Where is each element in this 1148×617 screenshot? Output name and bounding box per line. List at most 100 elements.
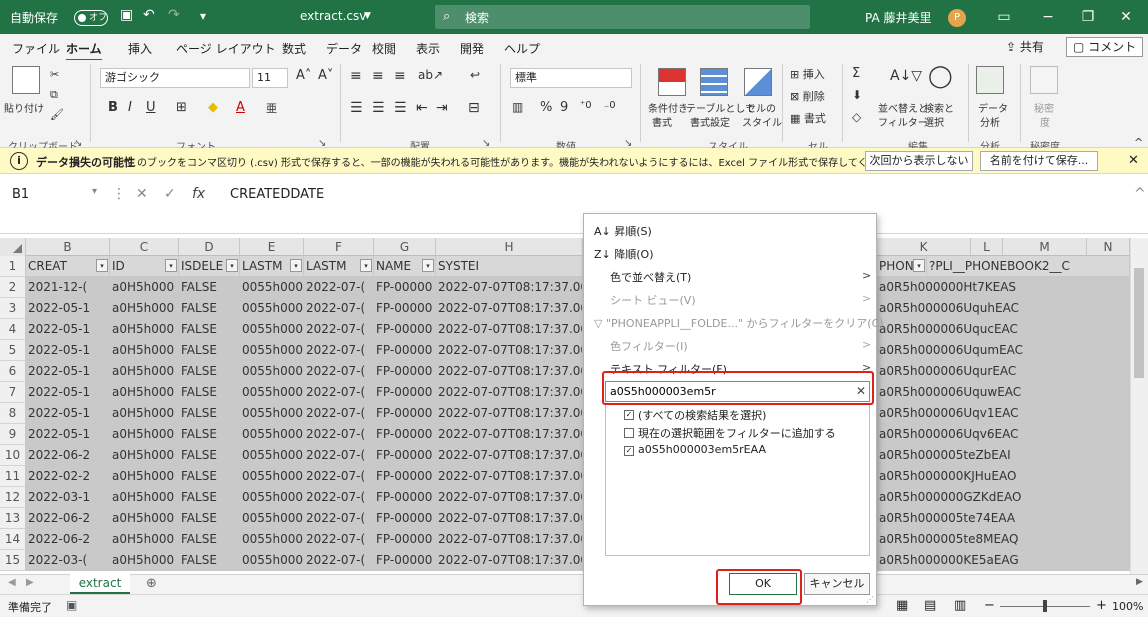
tab-developer[interactable]: 開発 bbox=[460, 40, 484, 57]
save-as-button[interactable]: 名前を付けて保存... bbox=[980, 151, 1098, 171]
sensitivity-icon[interactable] bbox=[1030, 66, 1058, 94]
table-cell[interactable]: 2022-06-2 bbox=[26, 508, 110, 529]
tab-view[interactable]: 表示 bbox=[416, 40, 440, 57]
select-all-results-checkbox[interactable]: ✓ bbox=[624, 410, 634, 420]
table-cell[interactable]: 2022-07-( bbox=[304, 298, 374, 319]
cell-styles-label[interactable]: セルの bbox=[746, 100, 776, 115]
table-cell[interactable]: FP-00000 bbox=[374, 277, 436, 298]
table-cell[interactable]: 2022-05-1 bbox=[26, 298, 110, 319]
percent-icon[interactable]: % bbox=[540, 100, 552, 115]
table-cell[interactable]: 0055h000( bbox=[240, 340, 304, 361]
clear-icon[interactable]: ◇ bbox=[852, 110, 861, 124]
table-cell[interactable]: 2021-12-( bbox=[26, 277, 110, 298]
table-cell[interactable]: 2022-07-( bbox=[304, 424, 374, 445]
macro-record-icon[interactable]: ▣ bbox=[66, 598, 77, 612]
table-cell[interactable]: a0H5h000 bbox=[110, 424, 179, 445]
table-cell[interactable]: a0R5h000000KJHuEAO bbox=[877, 466, 1130, 487]
format-cells-button[interactable]: ▦ 書式 bbox=[790, 110, 826, 126]
table-cell[interactable]: a0H5h000 bbox=[110, 550, 179, 571]
table-cell[interactable]: FP-00000 bbox=[374, 382, 436, 403]
table-cell[interactable]: 2022-07-( bbox=[304, 277, 374, 298]
row-header[interactable]: 9 bbox=[0, 424, 26, 445]
table-cell[interactable]: FALSE bbox=[179, 466, 240, 487]
autosave-toggle[interactable]: オフ bbox=[74, 10, 108, 26]
table-cell[interactable]: 2022-07-( bbox=[304, 529, 374, 550]
table-cell[interactable]: 2022-07-( bbox=[304, 466, 374, 487]
resize-grip-icon[interactable]: ⋰ bbox=[866, 595, 874, 604]
insert-cells-button[interactable]: ⊞ 挿入 bbox=[790, 66, 825, 82]
dont-show-again-button[interactable]: 次回から表示しない bbox=[865, 151, 973, 171]
paste-icon[interactable] bbox=[12, 66, 40, 94]
table-cell[interactable]: 0055h000( bbox=[240, 319, 304, 340]
select-all-button[interactable] bbox=[0, 238, 26, 256]
page-break-view-icon[interactable]: ▥ bbox=[954, 598, 966, 613]
border-icon[interactable]: ⊞ bbox=[176, 100, 187, 115]
table-cell[interactable]: 2022-07-07T08:17:37.000Z bbox=[436, 361, 583, 382]
find-select-label[interactable]: 検索と bbox=[924, 100, 954, 115]
font-name-combo[interactable]: 游ゴシック bbox=[100, 68, 250, 88]
table-cell[interactable]: 2022-03-( bbox=[26, 550, 110, 571]
table-cell[interactable]: 0055h000( bbox=[240, 361, 304, 382]
table-cell[interactable]: 2022-07-07T08:17:37.000Z bbox=[436, 382, 583, 403]
sort-filter-icon[interactable]: A↓▽ bbox=[890, 68, 922, 84]
color-filter-item[interactable]: 色フィルター(I) bbox=[610, 338, 688, 354]
row-header[interactable]: 3 bbox=[0, 298, 26, 319]
table-cell[interactable]: 2022-07-( bbox=[304, 445, 374, 466]
table-cell[interactable]: a0H5h000 bbox=[110, 382, 179, 403]
table-cell[interactable]: 2022-05-1 bbox=[26, 361, 110, 382]
filter-dropdown-icon[interactable]: ▾ bbox=[360, 259, 372, 272]
table-cell[interactable]: 2022-02-2 bbox=[26, 466, 110, 487]
header-cell[interactable]: SYSTEI bbox=[436, 256, 583, 277]
table-cell[interactable]: FALSE bbox=[179, 319, 240, 340]
format-as-table-icon[interactable] bbox=[700, 68, 728, 96]
table-cell[interactable]: 2022-07-07T08:17:37.000Z bbox=[436, 529, 583, 550]
save-icon[interactable]: ▣ bbox=[120, 7, 133, 23]
wrap-text-icon[interactable]: ↩ bbox=[470, 68, 480, 82]
table-cell[interactable]: FALSE bbox=[179, 298, 240, 319]
table-cell[interactable]: 2022-07-( bbox=[304, 508, 374, 529]
table-cell[interactable]: a0R5h000005teZbEAI bbox=[877, 445, 1130, 466]
row-header[interactable]: 4 bbox=[0, 319, 26, 340]
table-cell[interactable]: 2022-07-07T08:17:37.000Z bbox=[436, 487, 583, 508]
confirm-entry-icon[interactable]: ✓ bbox=[164, 186, 176, 202]
tab-formulas[interactable]: 数式 bbox=[282, 40, 306, 57]
table-cell[interactable]: a0H5h000 bbox=[110, 466, 179, 487]
row-header[interactable]: 7 bbox=[0, 382, 26, 403]
active-filter-icon[interactable]: ▾ bbox=[913, 259, 925, 272]
row-header[interactable]: 5 bbox=[0, 340, 26, 361]
table-cell[interactable]: a0H5h000 bbox=[110, 529, 179, 550]
close-icon[interactable]: ✕ bbox=[1108, 5, 1144, 29]
format-painter-icon[interactable]: 🖌 bbox=[50, 108, 64, 121]
italic-icon[interactable]: I bbox=[128, 100, 132, 115]
filter-dropdown-icon[interactable]: ▾ bbox=[290, 259, 302, 272]
table-cell[interactable]: 2022-05-1 bbox=[26, 424, 110, 445]
table-cell[interactable]: 0055h000( bbox=[240, 529, 304, 550]
table-cell[interactable]: 2022-07-07T08:17:37.000Z bbox=[436, 466, 583, 487]
vertical-scrollbar[interactable] bbox=[1130, 238, 1148, 574]
decrease-indent-icon[interactable]: ⇤ bbox=[416, 100, 428, 116]
scroll-right-icon[interactable]: ▶ bbox=[1136, 577, 1143, 587]
comma-style-icon[interactable]: 9 bbox=[560, 100, 568, 115]
table-cell[interactable]: 2022-05-1 bbox=[26, 340, 110, 361]
table-cell[interactable]: FP-00000 bbox=[374, 529, 436, 550]
table-cell[interactable]: 2022-03-1 bbox=[26, 487, 110, 508]
table-cell[interactable]: FALSE bbox=[179, 403, 240, 424]
table-cell[interactable]: 2022-07-07T08:17:37.000Z bbox=[436, 277, 583, 298]
table-cell[interactable]: a0R5h000000GZKdEAO bbox=[877, 487, 1130, 508]
name-box-chevron-icon[interactable]: ▾ bbox=[92, 186, 97, 197]
tab-review[interactable]: 校閲 bbox=[372, 40, 396, 57]
conditional-format-label-2[interactable]: 書式 bbox=[652, 114, 672, 129]
table-cell[interactable]: a0R5h000006UquwEAC bbox=[877, 382, 1130, 403]
table-cell[interactable]: a0R5h000000Ht7KEAS bbox=[877, 277, 1130, 298]
cut-icon[interactable]: ✂ bbox=[50, 68, 59, 81]
header-cell[interactable]: LASTM ▾ bbox=[240, 256, 304, 277]
table-cell[interactable]: 2022-07-( bbox=[304, 361, 374, 382]
column-header-c[interactable]: C bbox=[110, 238, 179, 256]
analyze-data-label[interactable]: データ bbox=[978, 100, 1008, 115]
table-cell[interactable]: a0H5h000 bbox=[110, 298, 179, 319]
table-cell[interactable]: a0R5h000006UqumEAC bbox=[877, 340, 1130, 361]
find-select-icon[interactable]: ◯ bbox=[928, 64, 953, 89]
format-as-table-label-2[interactable]: 書式設定 bbox=[690, 114, 730, 129]
table-cell[interactable]: a0H5h000 bbox=[110, 277, 179, 298]
table-cell[interactable]: FP-00000 bbox=[374, 361, 436, 382]
